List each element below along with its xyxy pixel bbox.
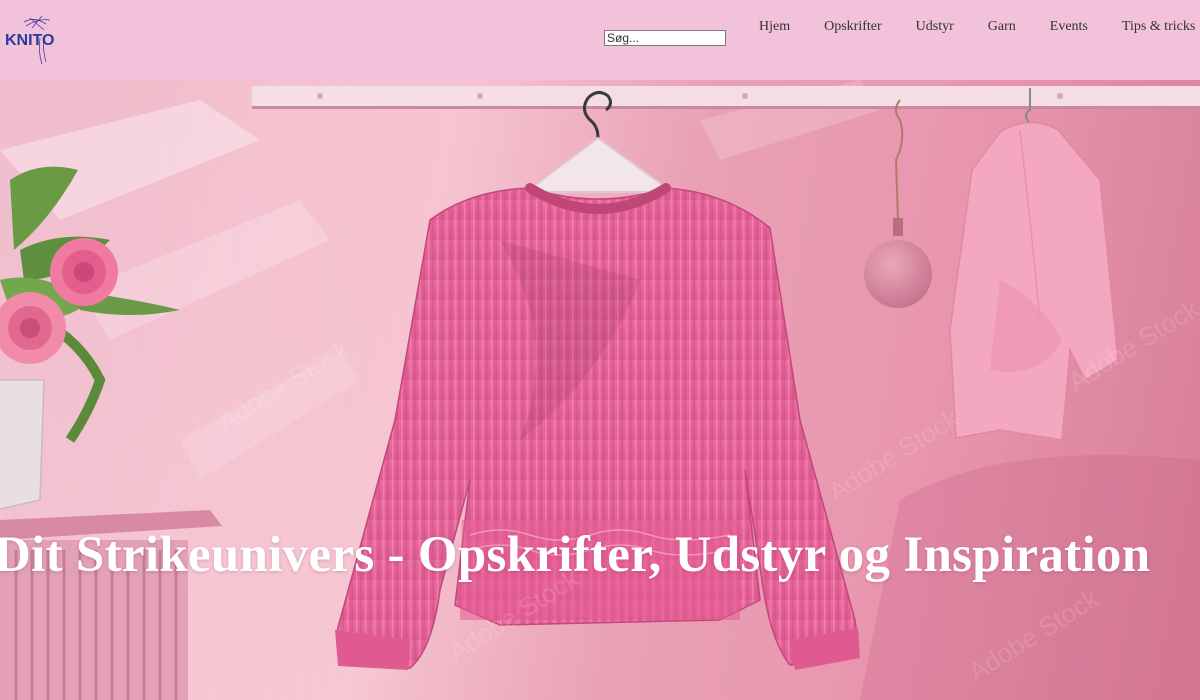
wall-rack (252, 86, 1200, 109)
nav-item-opskrifter[interactable]: Opskrifter (807, 19, 899, 35)
nav-item-hjem[interactable]: Hjem (742, 19, 807, 35)
pink-cardigan (949, 88, 1119, 441)
hero-title: Dit Strikeunivers - Opskrifter, Udstyr o… (0, 527, 1151, 583)
nav-item-udstyr[interactable]: Udstyr (899, 19, 971, 35)
hero-image (0, 80, 1200, 700)
nav-item-garn[interactable]: Garn (971, 19, 1033, 35)
nav-item-tips-tricks[interactable]: Tips & tricks (1105, 19, 1200, 35)
main-nav: Hjem Opskrifter Udstyr Garn Events Tips … (742, 19, 1200, 35)
hero-banner: Adobe Stock Adobe Stock Adobe Stock Adob… (0, 80, 1200, 700)
hanging-ornament (864, 99, 932, 308)
nav-item-events[interactable]: Events (1033, 19, 1105, 35)
knito-logo[interactable]: KNITO (4, 14, 68, 66)
search-input[interactable] (604, 30, 726, 46)
logo-wordmark: KNITO (5, 32, 54, 49)
site-header: KNITO Hjem Opskrifter Udstyr Garn Events… (0, 0, 1200, 80)
